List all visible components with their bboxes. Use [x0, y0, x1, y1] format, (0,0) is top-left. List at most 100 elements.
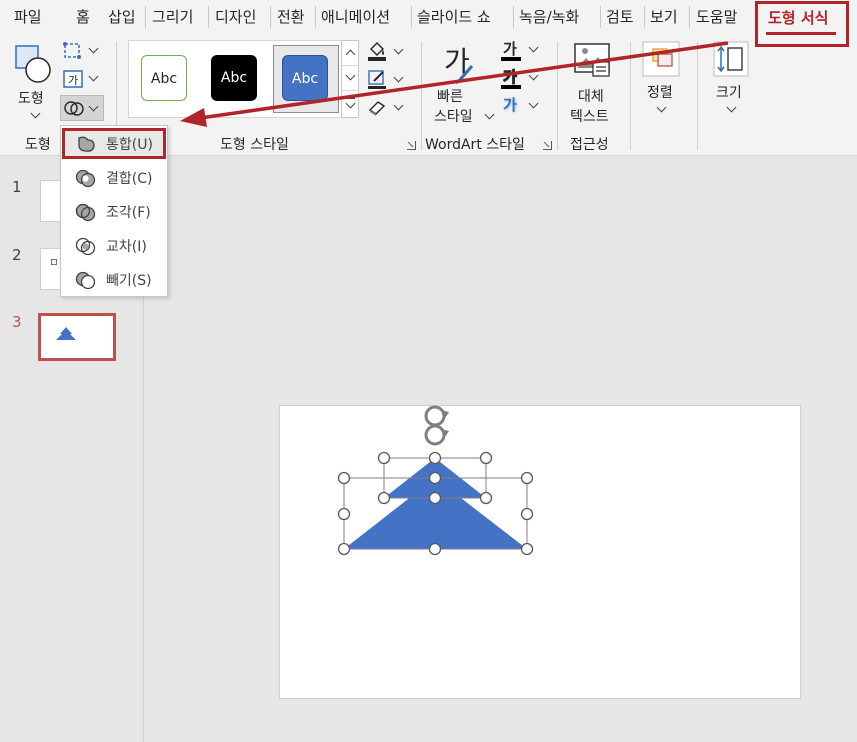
shape-styles-dialog-launcher-icon[interactable] — [407, 141, 416, 150]
text-outline-button[interactable]: 가 — [500, 66, 540, 90]
chevron-down-icon — [528, 70, 539, 81]
paint-bucket-icon — [368, 42, 386, 61]
tab-file[interactable]: 파일 — [14, 4, 42, 30]
shape-effects-button[interactable] — [366, 96, 406, 118]
arrange-button[interactable]: 정렬 — [638, 40, 686, 124]
edit-shape-icon — [63, 42, 81, 59]
menu-item-label: 교차(I) — [106, 239, 147, 255]
shape-style-thumbnail[interactable]: Abc — [282, 55, 328, 101]
chevron-down-icon — [88, 71, 99, 82]
union-icon — [78, 136, 95, 152]
group-separator — [630, 42, 631, 150]
menu-item-intersect[interactable]: 교차(I) — [61, 229, 167, 262]
tab-view[interactable]: 보기 — [650, 4, 678, 30]
menu-item-fragment[interactable]: 조각(F) — [61, 195, 167, 228]
gallery-scroll-down[interactable] — [342, 66, 358, 91]
shape-fill-button[interactable] — [366, 40, 406, 62]
chevron-down-icon — [345, 98, 356, 109]
tab-shape-format-label: 도형 서식 — [768, 9, 829, 27]
merge-shapes-menu: 통합(U) 결합(C) 조각(F) 교차(I) 빼기(S) — [60, 125, 168, 297]
text-effects-button[interactable]: 가 — [500, 94, 540, 118]
shapes-button-label: 도형 — [18, 91, 44, 107]
size-icon — [713, 41, 749, 77]
group-separator — [421, 42, 422, 150]
chevron-down-icon — [88, 43, 99, 54]
combine-icon — [75, 169, 96, 188]
tab-help[interactable]: 도움말 — [696, 4, 737, 30]
chevron-down-icon — [393, 72, 404, 83]
menu-item-subtract[interactable]: 빼기(S) — [61, 263, 167, 296]
slide-thumbnail-shape — [56, 327, 76, 340]
shapes-button[interactable]: 도형 — [10, 40, 54, 120]
quick-styles-label-line2: 스타일 — [434, 109, 473, 125]
tab-separator — [270, 6, 271, 28]
gallery-more-button[interactable] — [342, 92, 358, 117]
text-fill-glyph-icon: 가 — [503, 40, 517, 58]
tab-separator — [208, 6, 209, 28]
subtract-icon — [75, 271, 96, 290]
chevron-down-icon — [393, 44, 404, 55]
text-box-button[interactable]: 가 — [62, 68, 102, 90]
tab-animations[interactable]: 애니메이션 — [321, 4, 390, 30]
arrange-button-label: 정렬 — [647, 85, 673, 101]
menu-item-label: 결합(C) — [106, 171, 153, 187]
slide-content-icon — [51, 259, 57, 265]
size-button[interactable]: 크기 — [706, 40, 756, 124]
slide-number: 1 — [12, 178, 22, 196]
tab-draw[interactable]: 그리기 — [152, 4, 193, 30]
merge-shapes-button[interactable] — [60, 95, 104, 121]
tab-slideshow[interactable]: 슬라이드 쇼 — [417, 4, 491, 30]
slide-canvas[interactable] — [279, 405, 801, 699]
group-label-shape-styles: 도형 스타일 — [220, 137, 289, 153]
tab-review[interactable]: 검토 — [606, 4, 634, 30]
group-label-insert-shapes: 도형 — [25, 137, 51, 153]
text-fill-button[interactable]: 가 — [500, 38, 540, 62]
shape-outline-button[interactable] — [366, 68, 406, 90]
slide-thumbnail-selected[interactable] — [38, 313, 116, 361]
tab-separator — [513, 6, 514, 28]
wordart-dialog-launcher-icon[interactable] — [543, 141, 552, 150]
ribbon-tab-bar: 파일 홈 삽입 그리기 디자인 전환 애니메이션 슬라이드 쇼 녹음/녹화 검토… — [0, 0, 857, 34]
tab-home[interactable]: 홈 — [76, 4, 90, 30]
quick-styles-label-line1: 빠른 — [437, 89, 463, 105]
pen-icon — [368, 70, 386, 89]
size-button-label: 크기 — [716, 85, 742, 101]
shape-style-thumbnail[interactable]: Abc — [141, 55, 187, 101]
tab-separator — [644, 6, 645, 28]
text-outline-glyph-icon: 가 — [503, 68, 518, 87]
tab-separator — [315, 6, 316, 28]
shape-style-gallery: Abc Abc Abc — [128, 40, 342, 118]
shape-style-thumbnail[interactable]: Abc — [211, 55, 257, 101]
menu-item-union[interactable]: 통합(U) — [61, 127, 167, 160]
slide-number: 2 — [12, 246, 22, 264]
chevron-down-icon — [528, 42, 539, 53]
chevron-down-icon — [393, 100, 404, 111]
chevron-down-icon — [656, 102, 667, 113]
alt-text-button[interactable]: 대체 텍스트 — [566, 40, 620, 125]
tab-separator — [411, 6, 412, 28]
slide-number-selected: 3 — [12, 313, 22, 331]
alt-text-label-line1: 대체 — [578, 89, 604, 105]
gallery-scroll-up[interactable] — [342, 41, 358, 66]
menu-item-combine[interactable]: 결합(C) — [61, 161, 167, 194]
quick-styles-button[interactable]: 가 빠른 스타일 — [428, 40, 496, 128]
chevron-up-icon — [345, 49, 356, 60]
shape-effects-icon — [368, 101, 386, 116]
tab-shape-format[interactable]: 도형 서식 — [755, 1, 849, 47]
edit-shape-button[interactable] — [62, 40, 102, 62]
text-box-icon: 가 — [63, 70, 83, 88]
merge-shapes-icon — [64, 101, 84, 116]
tab-transitions[interactable]: 전환 — [277, 4, 305, 30]
tab-separator — [600, 6, 601, 28]
tab-design[interactable]: 디자인 — [215, 4, 256, 30]
text-fill-color-bar — [501, 57, 521, 61]
chevron-down-icon — [528, 98, 539, 109]
svg-text:가: 가 — [68, 74, 78, 87]
chevron-down-icon — [30, 108, 41, 119]
tab-insert[interactable]: 삽입 — [108, 4, 136, 30]
text-effects-glyph-icon: 가 — [503, 96, 517, 114]
group-separator — [697, 42, 698, 150]
tab-separator — [145, 6, 146, 28]
shapes-icon — [15, 45, 51, 83]
tab-recording[interactable]: 녹음/녹화 — [519, 4, 579, 30]
